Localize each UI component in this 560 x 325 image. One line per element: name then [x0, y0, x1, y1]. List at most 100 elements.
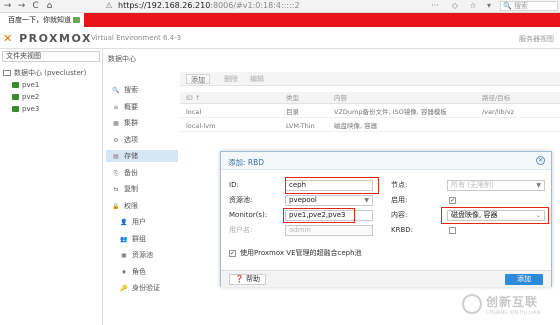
edit-button[interactable]: 编辑: [246, 74, 268, 84]
tree-node-label: pve1: [22, 81, 40, 89]
browser-toolbar: → → C ⌂ ⚠ https://192.168.26.210:8006/#v…: [0, 0, 560, 13]
bookmark-icon: [73, 17, 80, 23]
menu-item-user[interactable]: 👤 用户: [106, 216, 178, 228]
browser-search-input[interactable]: 🔍 搜索: [500, 1, 558, 11]
shield-icon[interactable]: ◇: [450, 1, 460, 11]
dialog-titlebar: 添加: RBD ×: [221, 152, 551, 170]
pve-header: ✕ PROXMOX Virtual Environment 6.4-3 服务器视…: [0, 27, 560, 49]
table-row[interactable]: local 目录 VZDump备份文件, ISO镜像, 容器模板 /var/li…: [180, 106, 560, 118]
bookmark-star-icon[interactable]: ☆: [468, 1, 478, 11]
address-bar[interactable]: https://192.168.26.210:8006/#v1:0:18:4::…: [118, 1, 414, 11]
menu-item-label: 选项: [124, 135, 138, 144]
datacenter-icon: [3, 70, 11, 76]
url-host: https://192.168.26.210: [118, 1, 211, 10]
nodes-select[interactable]: 所有 (无限制) ▼: [447, 180, 545, 191]
watermark-icon: [462, 294, 482, 314]
content-select[interactable]: 磁盘映像, 容器 ⌄: [447, 210, 545, 221]
add-submit-button[interactable]: 添加: [505, 274, 543, 285]
menu-item-label: 存储: [124, 152, 138, 160]
dropdown-icon[interactable]: ▾: [484, 1, 494, 11]
column-header-id[interactable]: ID ↑: [186, 92, 200, 104]
menu-item-permissions[interactable]: 🔒 权限: [106, 200, 178, 212]
add-button[interactable]: 添加: [186, 74, 210, 84]
menu-item-label: 复制: [124, 185, 138, 193]
menu-item-search[interactable]: 🔍 搜索: [106, 84, 178, 96]
refresh-icon[interactable]: C: [30, 1, 41, 11]
storage-toolbar: 添加 删除 编辑: [180, 72, 560, 86]
menu-item-role[interactable]: ♦ 角色: [106, 266, 178, 278]
realm-icon: 🔑: [120, 285, 128, 292]
node-icon: [12, 106, 19, 112]
search-icon: 🔍: [112, 87, 120, 94]
username-label: 用户名:: [229, 226, 253, 234]
chevron-down-icon: ⌄: [535, 212, 541, 219]
managed-pool-label[interactable]: 使用Proxmox VE管理的超融合ceph池: [240, 248, 362, 259]
column-header-content[interactable]: 内容: [334, 92, 347, 104]
column-header-type[interactable]: 类型: [286, 92, 299, 104]
help-button[interactable]: ❓ 帮助: [229, 274, 266, 285]
menu-item-realm[interactable]: 🔑 身份验证: [106, 282, 178, 294]
id-input[interactable]: ceph: [285, 180, 373, 191]
bookmark-baidu[interactable]: 百度一下，你就知道: [8, 15, 80, 25]
browser-search-placeholder: 搜索: [513, 2, 528, 10]
cell-id: local: [186, 108, 202, 116]
cell-id: local-lvm: [186, 122, 216, 130]
krbd-checkbox[interactable]: [449, 227, 456, 234]
menu-item-cluster[interactable]: ▦ 集群: [106, 117, 178, 129]
menu-item-api-token[interactable]: 👥 群组: [106, 233, 178, 245]
options-icon: ⚙: [113, 136, 119, 144]
backup-icon: ⎘: [113, 169, 119, 177]
storage-grid-header: ID ↑ 类型 内容 路径/目标: [180, 92, 560, 104]
monitor-input[interactable]: pve1,pve2,pve3: [285, 210, 373, 221]
krbd-label: KRBD:: [391, 226, 414, 234]
pool-label: 资源池:: [229, 196, 253, 204]
menu-item-replication[interactable]: ⇆ 复制: [106, 183, 178, 195]
url-path: :8006/#v1:0:18:4:::::2: [210, 1, 300, 10]
view-selector[interactable]: 文件夹视图: [2, 51, 100, 62]
forward-arrow-icon[interactable]: →: [16, 1, 27, 11]
header-right-text[interactable]: 服务器视图: [519, 34, 554, 44]
bookmark-label: 百度一下，你就知道: [8, 16, 71, 24]
menu-item-backup[interactable]: ⎘ 备份: [106, 167, 178, 179]
menu-item-storage[interactable]: ▤ 存储: [106, 150, 178, 162]
tree-node-label: pve2: [22, 93, 40, 101]
tree-item-pve2[interactable]: pve2: [12, 92, 39, 102]
remove-button[interactable]: 删除: [220, 74, 242, 84]
menu-dots-icon[interactable]: ···: [430, 1, 440, 11]
dialog-title: 添加: RBD: [228, 158, 265, 167]
menu-item-options[interactable]: ⚙ 选项: [106, 134, 178, 146]
menu-item-summary[interactable]: ≡ 概要: [106, 101, 178, 113]
back-arrow-icon[interactable]: →: [2, 1, 13, 11]
tree-item-datacenter[interactable]: 数据中心 (pvecluster): [3, 68, 86, 78]
menu-item-label: 备份: [124, 168, 138, 177]
chevron-down-icon: ▼: [364, 197, 369, 204]
nodes-label: 节点:: [391, 181, 408, 189]
api-token-icon: 👥: [120, 235, 128, 243]
proxmox-logo: ✕ PROXMOX: [3, 32, 92, 45]
content-label: 内容:: [391, 211, 408, 219]
help-icon: ❓: [235, 275, 244, 283]
tree-item-pve1[interactable]: pve1: [12, 80, 39, 90]
proxmox-logo-text: PROXMOX: [19, 32, 92, 45]
home-icon[interactable]: ⌂: [44, 1, 55, 11]
security-icon[interactable]: ⚠: [104, 1, 114, 11]
user-icon: 👤: [120, 219, 128, 226]
chevron-down-icon: ▼: [536, 182, 541, 189]
cell-content: VZDump备份文件, ISO镜像, 容器模板: [334, 108, 447, 116]
add-rbd-dialog: 添加: RBD × ID: ceph 资源池: pvepool ▼ Monito…: [220, 151, 552, 287]
cell-content: 磁盘映像, 容器: [334, 122, 378, 130]
replication-icon: ⇆: [113, 186, 119, 193]
tree-node-label: pve3: [22, 105, 40, 113]
summary-icon: ≡: [113, 103, 119, 111]
tree-item-pve3[interactable]: pve3: [12, 104, 39, 114]
pve-version: Virtual Environment 6.4-3: [91, 34, 182, 42]
menu-item-group[interactable]: ▣ 资源池: [106, 249, 178, 261]
username-input[interactable]: admin: [285, 225, 373, 236]
managed-pool-checkbox[interactable]: ✓: [229, 250, 236, 257]
close-icon[interactable]: ×: [536, 156, 545, 165]
pool-select[interactable]: pvepool ▼: [285, 195, 373, 206]
column-header-path[interactable]: 路径/目标: [482, 92, 510, 104]
table-row[interactable]: local-lvm LVM-Thin 磁盘映像, 容器: [180, 120, 560, 132]
enable-label: 启用:: [391, 196, 408, 204]
enable-checkbox[interactable]: ✓: [449, 197, 456, 204]
